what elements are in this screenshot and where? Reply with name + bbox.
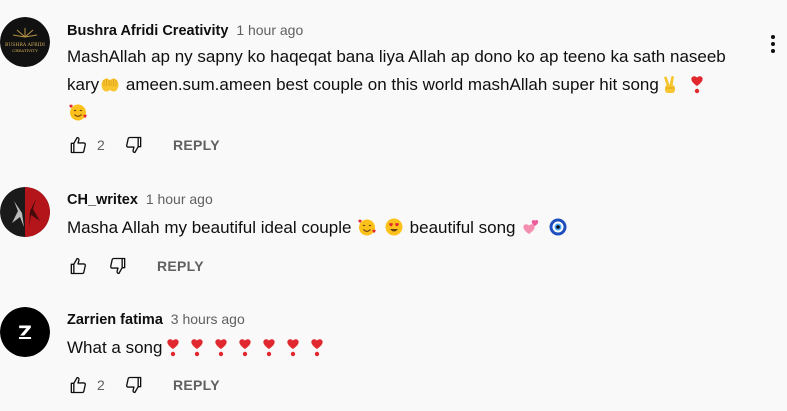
thumbs-up-icon (70, 257, 86, 275)
like-button[interactable] (67, 374, 89, 396)
comment-text: Masha Allah my beautiful ideal couple be… (67, 214, 747, 242)
thumbs-down-icon (110, 257, 126, 275)
smiling-face-with-hearts-emoji (68, 102, 88, 122)
heart-exclamation-emoji (211, 337, 231, 357)
two-hearts-emoji (521, 217, 541, 237)
comment-actions: 2 REPLY (67, 374, 220, 396)
dislike-button[interactable] (107, 255, 129, 277)
like-button[interactable] (67, 134, 89, 156)
reply-button[interactable]: REPLY (173, 377, 220, 393)
comment-timestamp[interactable]: 1 hour ago (146, 191, 213, 207)
heart-eyes-emoji (384, 217, 404, 237)
heart-exclamation-emoji (163, 337, 183, 357)
comment-timestamp[interactable]: 1 hour ago (236, 22, 303, 38)
comment-header: Bushra Afridi Creativity 1 hour ago (67, 21, 303, 40)
thumbs-down-icon (126, 136, 142, 154)
heart-exclamation-emoji (687, 74, 707, 94)
heart-exclamation-emoji (307, 337, 327, 357)
comments-section: BUSHRA AFRIDI CREATIVITY Bushra Afridi C… (0, 0, 787, 411)
comment-timestamp[interactable]: 3 hours ago (171, 311, 245, 327)
open-hands-emoji (100, 74, 120, 94)
avatar-letter: Z (18, 322, 32, 344)
comment-text-part: Masha Allah my beautiful ideal couple (67, 218, 352, 237)
comment-header: CH_writex 1 hour ago (67, 190, 213, 209)
reply-button[interactable]: REPLY (157, 258, 204, 274)
comment-text-part: ameen.sum.ameen best couple on this worl… (125, 75, 659, 94)
comment-text: What a song (67, 334, 747, 362)
heart-exclamation-emoji (187, 337, 207, 357)
heart-exclamation-emoji (259, 337, 279, 357)
smiling-face-with-hearts-emoji (357, 217, 377, 237)
victory-hand-emoji (660, 74, 680, 94)
like-count: 2 (97, 377, 105, 393)
reply-button[interactable]: REPLY (173, 137, 220, 153)
comment-actions: REPLY (67, 255, 204, 277)
thumbs-up-icon (70, 376, 86, 394)
author-name[interactable]: Bushra Afridi Creativity (67, 23, 228, 39)
avatar[interactable]: Z (0, 307, 50, 357)
comment-text-part: beautiful song (409, 218, 516, 237)
comment-text-part: What a song (67, 338, 163, 357)
heart-emoji-row (162, 338, 330, 357)
nazar-amulet-emoji (548, 217, 568, 237)
like-button[interactable] (67, 255, 89, 277)
avatar[interactable] (0, 187, 50, 237)
author-name[interactable]: Zarrien fatima (67, 312, 163, 328)
comment-text: MashAllah ap ny sapny ko haqeqat bana li… (67, 43, 747, 127)
heart-exclamation-emoji (235, 337, 255, 357)
thumbs-down-icon (126, 376, 142, 394)
more-actions-icon[interactable] (764, 33, 782, 55)
dislike-button[interactable] (123, 374, 145, 396)
dislike-button[interactable] (123, 134, 145, 156)
author-name[interactable]: CH_writex (67, 192, 138, 208)
comment-actions: 2 REPLY (67, 134, 220, 156)
avatar-text: CREATIVITY (12, 48, 38, 53)
heart-exclamation-emoji (283, 337, 303, 357)
avatar[interactable]: BUSHRA AFRIDI CREATIVITY (0, 17, 50, 67)
comment-header: Zarrien fatima 3 hours ago (67, 310, 245, 329)
like-count: 2 (97, 137, 105, 153)
thumbs-up-icon (70, 136, 86, 154)
